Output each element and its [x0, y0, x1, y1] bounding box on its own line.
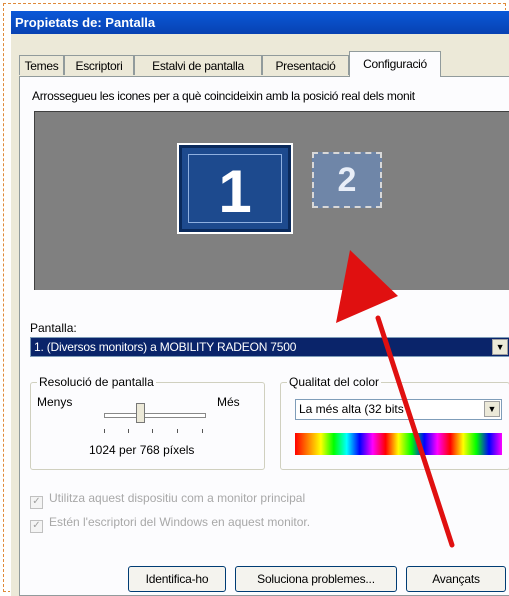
annotation-arrow-icon: [336, 250, 455, 548]
arrow-shaft: [375, 315, 455, 548]
arrow-head: [336, 250, 398, 323]
tab-configuracio[interactable]: Configuració: [349, 51, 441, 77]
